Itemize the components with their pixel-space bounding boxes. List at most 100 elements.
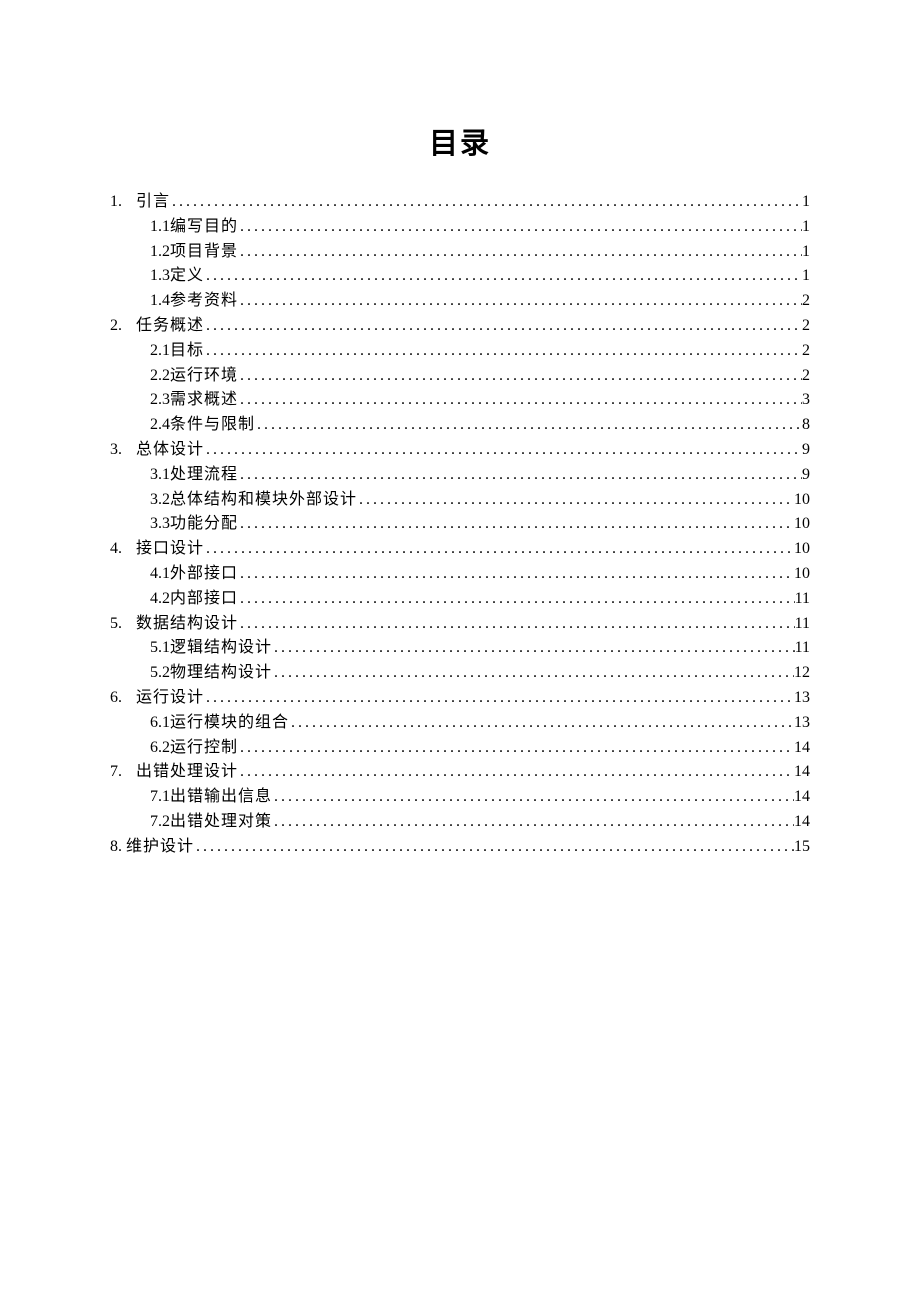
toc-entry[interactable]: 5.1逻辑结构设计11 [110, 636, 810, 661]
toc-leader-dots [204, 686, 794, 711]
toc-entry[interactable]: 2.2运行环境 2 [110, 364, 810, 389]
toc-number: 3.3 [150, 512, 170, 537]
toc-page-number: 14 [794, 785, 810, 810]
toc-label: 运行模块的组合 [170, 711, 289, 736]
toc-leader-dots [204, 339, 802, 364]
toc-leader-dots [238, 612, 795, 637]
toc-page-number: 2 [802, 314, 810, 339]
toc-page-number: 14 [794, 760, 810, 785]
toc-entry[interactable]: 6.2运行控制14 [110, 736, 810, 761]
toc-entry[interactable]: 2.3需求概述 3 [110, 388, 810, 413]
toc-label: 处理流程 [170, 463, 238, 488]
toc-number: 6.2 [150, 736, 170, 761]
toc-page-number: 13 [794, 711, 810, 736]
toc-entry[interactable]: 2.任务概述2 [110, 314, 810, 339]
toc-entry[interactable]: 8.维护设计15 [110, 835, 810, 860]
toc-number: 6.1 [150, 711, 170, 736]
toc-entry[interactable]: 6.1运行模块的组合 13 [110, 711, 810, 736]
toc-leader-dots [204, 314, 802, 339]
toc-leader-dots [204, 438, 802, 463]
toc-label: 需求概述 [170, 388, 238, 413]
toc-leader-dots [238, 562, 794, 587]
toc-page-number: 9 [802, 438, 810, 463]
toc-label: 运行控制 [170, 736, 238, 761]
toc-number: 4.1 [150, 562, 170, 587]
toc-page-number: 2 [802, 364, 810, 389]
toc-number: 8. [110, 835, 126, 860]
toc-entry[interactable]: 7.出错处理设计 14 [110, 760, 810, 785]
toc-leader-dots [272, 785, 794, 810]
toc-leader-dots [272, 661, 794, 686]
toc-page-number: 2 [802, 339, 810, 364]
toc-entry[interactable]: 4.2内部接口11 [110, 587, 810, 612]
toc-leader-dots [255, 413, 802, 438]
toc-number: 2.2 [150, 364, 170, 389]
toc-entry[interactable]: 7.1出错输出信息14 [110, 785, 810, 810]
toc-entry[interactable]: 4.1外部接口 10 [110, 562, 810, 587]
toc-leader-dots [238, 215, 802, 240]
toc-page-number: 8 [802, 413, 810, 438]
toc-label: 参考资料 [170, 289, 238, 314]
toc-entry[interactable]: 3.总体设计9 [110, 438, 810, 463]
toc-label: 逻辑结构设计 [170, 636, 272, 661]
toc-leader-dots [238, 388, 802, 413]
toc-leader-dots [238, 364, 802, 389]
toc-entry[interactable]: 2.1目标2 [110, 339, 810, 364]
toc-entry[interactable]: 4.接口设计10 [110, 537, 810, 562]
toc-leader-dots [238, 587, 795, 612]
toc-page-number: 1 [802, 215, 810, 240]
toc-number: 1.4 [150, 289, 170, 314]
toc-leader-dots [204, 537, 794, 562]
toc-label: 运行环境 [170, 364, 238, 389]
toc-page-number: 10 [794, 537, 810, 562]
toc-label: 维护设计 [126, 835, 194, 860]
toc-entry[interactable]: 6.运行设计13 [110, 686, 810, 711]
toc-page-number: 10 [794, 562, 810, 587]
toc-label: 定义 [170, 264, 204, 289]
toc-entry[interactable]: 3.3功能分配10 [110, 512, 810, 537]
toc-page-number: 10 [794, 488, 810, 513]
toc-container: 1.引言11.1编写目的11.2项目背景11.3定义11.4参考资料22.任务概… [110, 190, 810, 860]
toc-number: 1.3 [150, 264, 170, 289]
toc-number: 1.2 [150, 240, 170, 265]
toc-number: 3. [110, 438, 136, 463]
toc-entry[interactable]: 1.3定义1 [110, 264, 810, 289]
toc-entry[interactable]: 5.数据结构设计11 [110, 612, 810, 637]
toc-number: 7.2 [150, 810, 170, 835]
toc-page-number: 3 [802, 388, 810, 413]
toc-entry[interactable]: 1.1编写目的1 [110, 215, 810, 240]
toc-entry[interactable]: 1.4参考资料2 [110, 289, 810, 314]
toc-leader-dots [204, 264, 802, 289]
toc-number: 2.1 [150, 339, 170, 364]
toc-page-number: 14 [794, 810, 810, 835]
toc-number: 2.3 [150, 388, 170, 413]
toc-page-number: 10 [794, 512, 810, 537]
toc-label: 运行设计 [136, 686, 204, 711]
toc-number: 7. [110, 760, 136, 785]
toc-page-number: 11 [795, 612, 810, 637]
toc-label: 引言 [136, 190, 170, 215]
toc-entry[interactable]: 5.2物理结构设计12 [110, 661, 810, 686]
toc-title: 目录 [110, 120, 810, 162]
toc-label: 出错输出信息 [170, 785, 272, 810]
toc-label: 出错处理设计 [136, 760, 238, 785]
toc-leader-dots [238, 463, 802, 488]
toc-entry[interactable]: 7.2出错处理对策14 [110, 810, 810, 835]
toc-leader-dots [238, 512, 794, 537]
toc-number: 5. [110, 612, 136, 637]
toc-page-number: 1 [802, 240, 810, 265]
toc-label: 外部接口 [170, 562, 238, 587]
toc-page-number: 11 [795, 636, 810, 661]
toc-entry[interactable]: 3.2总体结构和模块外部设计10 [110, 488, 810, 513]
toc-label: 接口设计 [136, 537, 204, 562]
toc-leader-dots [238, 736, 794, 761]
toc-page-number: 11 [795, 587, 810, 612]
toc-number: 3.2 [150, 488, 170, 513]
toc-entry[interactable]: 1.引言1 [110, 190, 810, 215]
toc-label: 项目背景 [170, 240, 238, 265]
toc-number: 5.2 [150, 661, 170, 686]
toc-page-number: 9 [802, 463, 810, 488]
toc-entry[interactable]: 2.4条件与限制8 [110, 413, 810, 438]
toc-entry[interactable]: 1.2项目背景 1 [110, 240, 810, 265]
toc-entry[interactable]: 3.1处理流程9 [110, 463, 810, 488]
